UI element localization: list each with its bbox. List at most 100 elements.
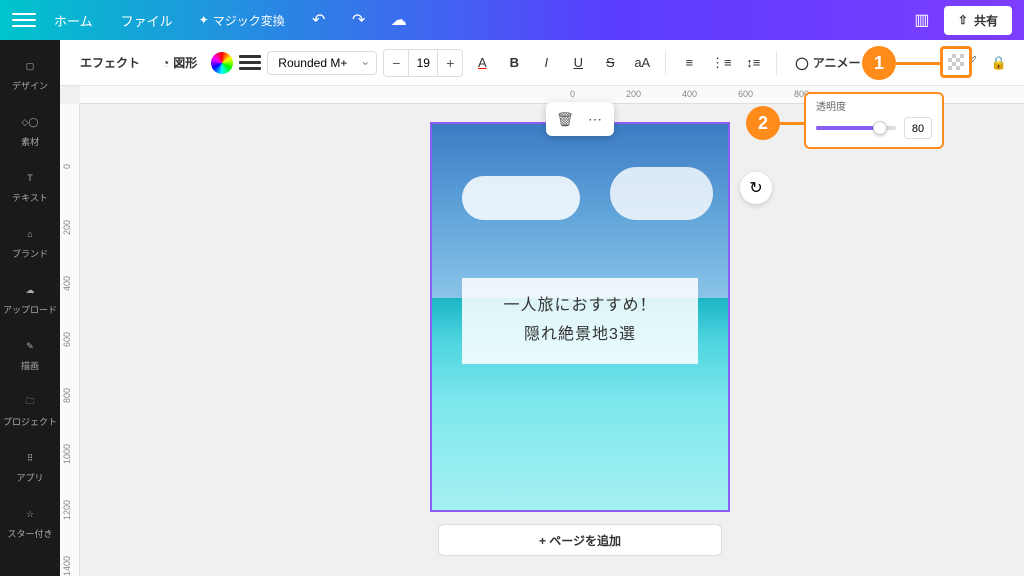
annotation-callout-1: 1 [862,46,896,80]
font-size-decrease[interactable]: − [384,50,408,76]
menu-icon[interactable] [12,8,36,32]
transparency-icon[interactable] [948,54,964,70]
ruler-tick: 400 [62,276,72,291]
sidebar-label: 描画 [21,359,39,372]
font-size-value[interactable]: 19 [408,50,438,76]
sidebar-label: アップロード [3,303,57,316]
redo-icon[interactable]: ↷ [345,6,373,34]
animate-label: アニメー [813,54,861,71]
sidebar-item-brand[interactable]: ⌂ ブランド [2,216,58,268]
slider-fill [816,126,880,130]
transparency-button-highlight [940,46,972,78]
transparency-value-input[interactable]: 80 [904,117,932,139]
template-icon: ▢ [20,56,40,76]
folder-icon: 🗀 [20,392,40,412]
animate-button[interactable]: ◯ アニメー [787,50,868,75]
chart-icon[interactable]: ▥ [908,6,936,34]
ruler-tick: 200 [62,220,72,235]
bold-icon[interactable]: B [501,50,527,76]
font-family-select[interactable]: Rounded M+ [267,51,377,75]
lock-icon[interactable]: 🔒 [986,50,1012,76]
strikethrough-icon[interactable]: S [597,50,623,76]
sidebar-item-upload[interactable]: ☁ アップロード [2,272,58,324]
text-color-icon[interactable]: A [469,50,495,76]
cloud-sync-icon[interactable]: ☁ [385,6,413,34]
more-icon[interactable]: ⋯ [584,108,606,130]
sidebar-item-elements[interactable]: ◇◯ 素材 [2,104,58,156]
shape-button[interactable]: ◔ 図形 [154,50,205,75]
sidebar-label: スター付き [7,527,52,540]
design-page[interactable]: 一人旅におすすめ！ 隠れ絶景地3選 🗑 ⋯ ↻ [430,122,730,512]
ruler-tick: 200 [626,89,641,99]
ruler-vertical: 0 200 400 600 800 1000 1200 1400 [60,104,80,576]
ruler-tick: 1200 [62,500,72,520]
color-picker-icon[interactable] [211,52,233,74]
sidebar-label: プロジェクト [3,415,57,428]
text-line-1[interactable]: 一人旅におすすめ！ [470,292,691,321]
brand-icon: ⌂ [20,224,40,244]
ruler-tick: 0 [62,164,72,169]
top-nav: ホーム ファイル ✦ マジック変換 ↶ ↷ ☁ ▥ ⇧ 共有 [0,0,1024,40]
apps-icon: ⠿ [20,448,40,468]
font-size-stepper: − 19 + [383,49,463,77]
nav-file[interactable]: ファイル [111,5,183,36]
upload-icon: ☁ [20,280,40,300]
annotation-callout-2: 2 [746,106,780,140]
underline-icon[interactable]: U [565,50,591,76]
sidebar-label: アプリ [16,471,43,484]
text-icon: T [20,168,40,188]
divider [776,51,777,75]
sidebar-label: デザイン [12,79,48,92]
add-page-button[interactable]: + ページを追加 [438,524,722,556]
font-size-increase[interactable]: + [438,50,462,76]
star-icon: ☆ [20,504,40,524]
cloud-shape [610,167,714,219]
share-label: 共有 [974,12,998,29]
magic-convert-button[interactable]: ✦ マジック変換 [191,8,293,33]
annotation-line [896,62,940,65]
annotation-line [778,122,804,125]
ruler-tick: 1400 [62,556,72,576]
sidebar-label: ブランド [12,247,48,260]
transparency-label: 透明度 [816,98,932,113]
ruler-tick: 1000 [62,444,72,464]
sidebar-item-draw[interactable]: ✎ 描画 [2,328,58,380]
canvas-workspace[interactable]: 0 200 400 600 800 0 200 400 600 800 1000… [60,86,1024,576]
share-button[interactable]: ⇧ 共有 [944,6,1012,35]
undo-icon[interactable]: ↶ [305,6,333,34]
transparency-slider[interactable] [816,126,896,130]
element-context-menu: 🗑 ⋯ [546,102,614,136]
transparency-popover: 透明度 80 [804,92,944,149]
sidebar-label: 素材 [21,135,39,148]
cloud-shape [462,176,580,219]
effect-button[interactable]: エフェクト [72,50,148,75]
list-style-icon[interactable] [239,52,261,74]
align-icon[interactable]: ≡ [676,50,702,76]
case-icon[interactable]: aA [629,50,655,76]
text-overlay-box[interactable]: 一人旅におすすめ！ 隠れ絶景地3選 [462,278,699,364]
sidebar-item-design[interactable]: ▢ デザイン [2,48,58,100]
sidebar-item-starred[interactable]: ☆ スター付き [2,496,58,548]
draw-icon: ✎ [20,336,40,356]
ruler-tick: 400 [682,89,697,99]
shapes-icon: ◇◯ [20,112,40,132]
divider [665,51,666,75]
sidebar-item-projects[interactable]: 🗀 プロジェクト [2,384,58,436]
rotate-icon[interactable]: ↻ [740,172,772,204]
sidebar-label: テキスト [12,191,48,204]
left-sidebar: ▢ デザイン ◇◯ 素材 T テキスト ⌂ ブランド ☁ アップロード ✎ 描画 🗀 プロジェ… [0,40,60,576]
magic-label: マジック変換 [213,12,285,29]
sidebar-item-text[interactable]: T テキスト [2,160,58,212]
ruler-tick: 800 [62,388,72,403]
spacing-icon[interactable]: ↕≡ [740,50,766,76]
sidebar-item-apps[interactable]: ⠿ アプリ [2,440,58,492]
ruler-tick: 0 [570,89,575,99]
delete-icon[interactable]: 🗑 [554,108,576,130]
italic-icon[interactable]: I [533,50,559,76]
slider-thumb[interactable] [873,121,887,135]
list-bullet-icon[interactable]: ⋮≡ [708,50,734,76]
ruler-tick: 600 [738,89,753,99]
ruler-tick: 600 [62,332,72,347]
nav-home[interactable]: ホーム [44,5,103,36]
text-line-2[interactable]: 隠れ絶景地3選 [470,321,691,350]
